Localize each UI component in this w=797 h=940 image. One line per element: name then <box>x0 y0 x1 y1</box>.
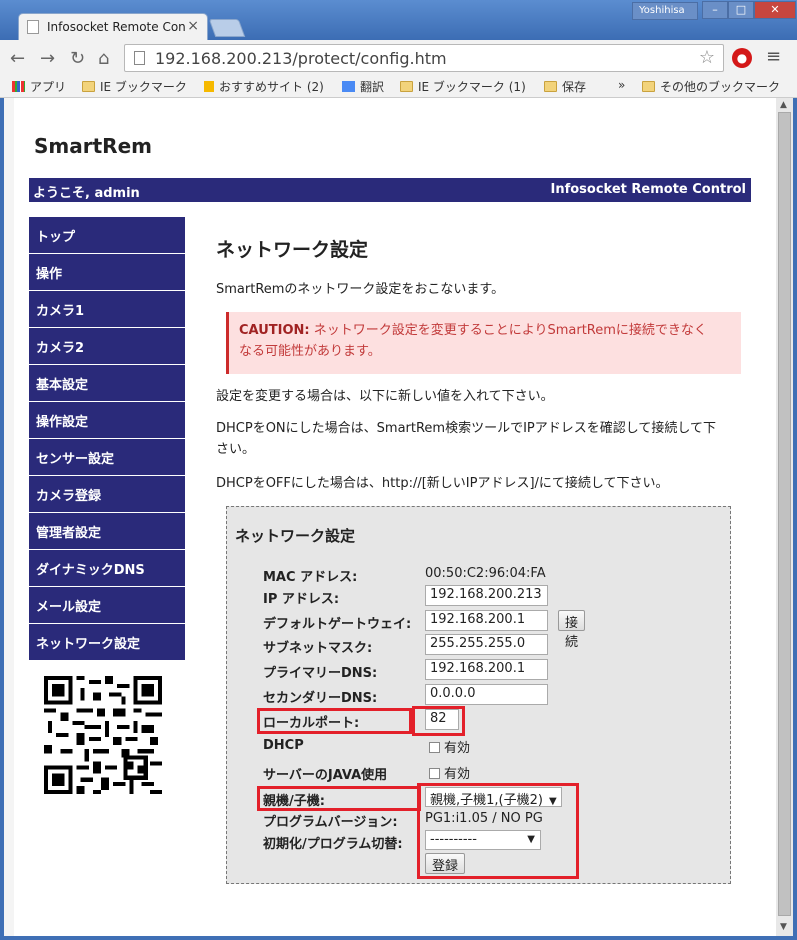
nav-dynamic-dns[interactable]: ダイナミックDNS <box>29 550 185 586</box>
primary-dns-input[interactable]: 192.168.200.1 <box>425 659 548 680</box>
browser-toolbar: ← → ↻ ⌂ 192.168.200.213/protect/config.h… <box>0 40 797 76</box>
extension-icon[interactable]: ● <box>732 48 752 68</box>
tab-close-icon[interactable]: × <box>187 18 199 34</box>
address-bar[interactable]: 192.168.200.213/protect/config.htm ☆ <box>124 44 724 72</box>
bookmark-other[interactable]: その他のブックマーク <box>642 78 780 95</box>
role-label-highlight <box>257 786 421 811</box>
dhcp-label: DHCP <box>263 738 304 753</box>
header-bar: ようこそ, admin Infosocket Remote Control <box>29 178 751 202</box>
product-name: Infosocket Remote Control <box>550 182 746 197</box>
nav-operation[interactable]: 操作 <box>29 254 185 290</box>
back-icon[interactable]: ← <box>10 48 25 69</box>
nav-sensor-settings[interactable]: センサー設定 <box>29 439 185 475</box>
bookmark-ie[interactable]: IE ブックマーク <box>82 78 187 95</box>
port-label-highlight <box>257 708 412 734</box>
welcome-text: ようこそ, admin <box>33 186 140 201</box>
scrollbar-thumb[interactable] <box>778 112 791 916</box>
nav-camera1[interactable]: カメラ1 <box>29 291 185 327</box>
nav-camera-register[interactable]: カメラ登録 <box>29 476 185 512</box>
folder-icon <box>82 81 95 92</box>
folder-icon <box>544 81 557 92</box>
title-bar: Infosocket Remote Con × Yoshihisa – □ ✕ <box>0 0 797 41</box>
page-info-icon[interactable] <box>134 51 145 65</box>
role-value-highlight <box>417 783 579 879</box>
secondary-dns-input[interactable]: 0.0.0.0 <box>425 684 548 705</box>
folder-icon <box>400 81 413 92</box>
nav-camera2[interactable]: カメラ2 <box>29 328 185 364</box>
subnet-label: サブネットマスク: <box>263 641 373 656</box>
brand-title: SmartRem <box>34 134 152 158</box>
nav-top[interactable]: トップ <box>29 217 185 253</box>
connect-button[interactable]: 接続 <box>558 610 586 650</box>
caution-text-1: ネットワーク設定を変更することによりSmartRemに接続できなく <box>309 323 707 338</box>
java-label: サーバーのJAVA使用 <box>263 768 388 783</box>
nav-mail-settings[interactable]: メール設定 <box>29 587 185 623</box>
folder-icon <box>642 81 655 92</box>
bookmarks-bar: アプリ IE ブックマーク おすすめサイト (2) 翻訳 IE ブックマーク (… <box>0 76 797 98</box>
bookmark-apps[interactable]: アプリ <box>12 78 66 95</box>
home-icon[interactable]: ⌂ <box>98 48 109 69</box>
bookmark-ie-1[interactable]: IE ブックマーク (1) <box>400 78 526 95</box>
dhcp-on-text: DHCPをONにした場合は、SmartRem検索ツールでIPアドレスを確認して接… <box>216 418 746 460</box>
primary-dns-label: プライマリーDNS: <box>263 666 378 681</box>
ip-address-input[interactable]: 192.168.200.213 <box>425 585 548 606</box>
network-settings-form: ネットワーク設定 MAC アドレス: 00:50:C2:96:04:FA IP … <box>226 506 731 884</box>
minimize-button[interactable]: – <box>702 1 728 19</box>
java-checkbox[interactable]: 有効 <box>429 763 470 782</box>
dhcp-on-line-1: DHCPをONにした場合は、SmartRem検索ツールでIPアドレスを確認して接… <box>216 421 716 436</box>
scroll-up-icon[interactable]: ▲ <box>780 100 787 110</box>
side-navigation: トップ 操作 カメラ1 カメラ2 基本設定 操作設定 センサー設定 カメラ登録 … <box>29 217 185 661</box>
dhcp-off-text: DHCPをOFFにした場合は、http://[新しいIPアドレス]/にて接続して… <box>216 476 669 491</box>
apps-icon <box>12 81 25 92</box>
vertical-scrollbar[interactable]: ▲ ▼ <box>776 98 793 936</box>
close-window-button[interactable]: ✕ <box>754 1 796 19</box>
page-viewport: SmartRem ようこそ, admin Infosocket Remote C… <box>4 98 776 936</box>
bookmark-recommended[interactable]: おすすめサイト (2) <box>204 78 324 95</box>
scroll-down-icon[interactable]: ▼ <box>780 922 787 932</box>
bing-icon <box>204 81 214 92</box>
url-text[interactable]: 192.168.200.213/protect/config.htm <box>155 49 447 68</box>
qr-code-icon <box>44 676 162 794</box>
form-title: ネットワーク設定 <box>235 527 356 545</box>
init-label: 初期化/プログラム切替: <box>263 837 403 852</box>
subnet-mask-input[interactable]: 255.255.255.0 <box>425 634 548 655</box>
maximize-button[interactable]: □ <box>728 1 754 19</box>
translate-icon <box>342 81 355 92</box>
version-label: プログラムバージョン: <box>263 815 398 830</box>
gateway-input[interactable]: 192.168.200.1 <box>425 610 548 631</box>
forward-icon[interactable]: → <box>40 48 55 69</box>
mac-label: MAC アドレス: <box>263 570 358 585</box>
ip-label: IP アドレス: <box>263 592 340 607</box>
caution-label: CAUTION: <box>239 323 310 338</box>
nav-operation-settings[interactable]: 操作設定 <box>29 402 185 438</box>
page-title: ネットワーク設定 <box>216 239 369 261</box>
bookmark-star-icon[interactable]: ☆ <box>699 47 715 68</box>
bookmark-overflow[interactable]: » <box>618 78 625 92</box>
menu-icon[interactable]: ≡ <box>766 46 781 67</box>
checkbox-icon <box>429 742 440 753</box>
caution-text-2: なる可能性があります。 <box>239 344 381 359</box>
new-tab-button[interactable] <box>208 19 246 37</box>
dhcp-on-line-2: さい。 <box>216 442 256 457</box>
secondary-dns-label: セカンダリーDNS: <box>263 691 378 706</box>
port-input-highlight <box>412 706 465 736</box>
gateway-label: デフォルトゲートウェイ: <box>263 617 412 632</box>
nav-network-settings[interactable]: ネットワーク設定 <box>29 624 185 660</box>
bookmark-save[interactable]: 保存 <box>544 78 586 95</box>
nav-admin-settings[interactable]: 管理者設定 <box>29 513 185 549</box>
caution-box: CAUTION: ネットワーク設定を変更することによりSmartRemに接続でき… <box>226 312 741 374</box>
page-icon <box>27 20 39 34</box>
nav-basic-settings[interactable]: 基本設定 <box>29 365 185 401</box>
bookmark-translate[interactable]: 翻訳 <box>342 78 384 95</box>
mac-value: 00:50:C2:96:04:FA <box>425 566 546 581</box>
checkbox-icon <box>429 768 440 779</box>
instruction-text: 設定を変更する場合は、以下に新しい値を入れて下さい。 <box>216 389 554 404</box>
tab-title: Infosocket Remote Con <box>47 20 186 34</box>
intro-text: SmartRemのネットワーク設定をおこないます。 <box>216 282 505 297</box>
dhcp-checkbox[interactable]: 有効 <box>429 737 470 756</box>
browser-tab[interactable]: Infosocket Remote Con × <box>18 13 208 41</box>
profile-user[interactable]: Yoshihisa <box>632 2 698 20</box>
reload-icon[interactable]: ↻ <box>70 48 85 69</box>
